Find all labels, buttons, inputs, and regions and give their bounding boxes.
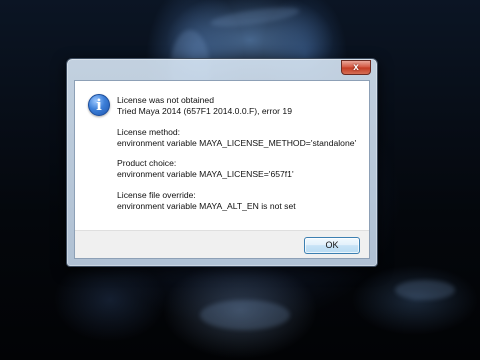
dialog-footer: OK: [75, 230, 369, 258]
close-button[interactable]: x: [341, 60, 371, 75]
message-line: environment variable MAYA_LICENSE='657f1…: [117, 169, 294, 179]
message-text: License was not obtained Tried Maya 2014…: [117, 95, 365, 221]
message-line: License file override:: [117, 189, 196, 200]
message-line: Product choice:: [117, 158, 177, 168]
dialog-content: i License was not obtained Tried Maya 20…: [75, 81, 369, 230]
ok-button[interactable]: OK: [304, 237, 360, 254]
info-icon: i: [88, 94, 110, 116]
message-line: Tried Maya 2014 (657F1 2014.0.0.F), erro…: [117, 106, 292, 116]
message-block-override: License file override: environment varia…: [117, 190, 365, 212]
message-line: environment variable MAYA_LICENSE_METHOD…: [117, 137, 357, 148]
message-block-status: License was not obtained Tried Maya 2014…: [117, 95, 365, 117]
message-line: environment variable MAYA_ALT_EN is not …: [117, 200, 296, 211]
license-error-dialog: x i License was not obtained Tried Maya …: [66, 58, 378, 267]
message-block-product: Product choice: environment variable MAY…: [117, 158, 365, 180]
close-icon: x: [353, 61, 359, 73]
message-line: License method:: [117, 126, 181, 137]
message-block-method: License method: environment variable MAY…: [117, 127, 365, 149]
message-line: License was not obtained: [117, 95, 214, 105]
dialog-titlebar[interactable]: x: [67, 59, 377, 79]
dialog-client-area: i License was not obtained Tried Maya 20…: [74, 80, 370, 259]
